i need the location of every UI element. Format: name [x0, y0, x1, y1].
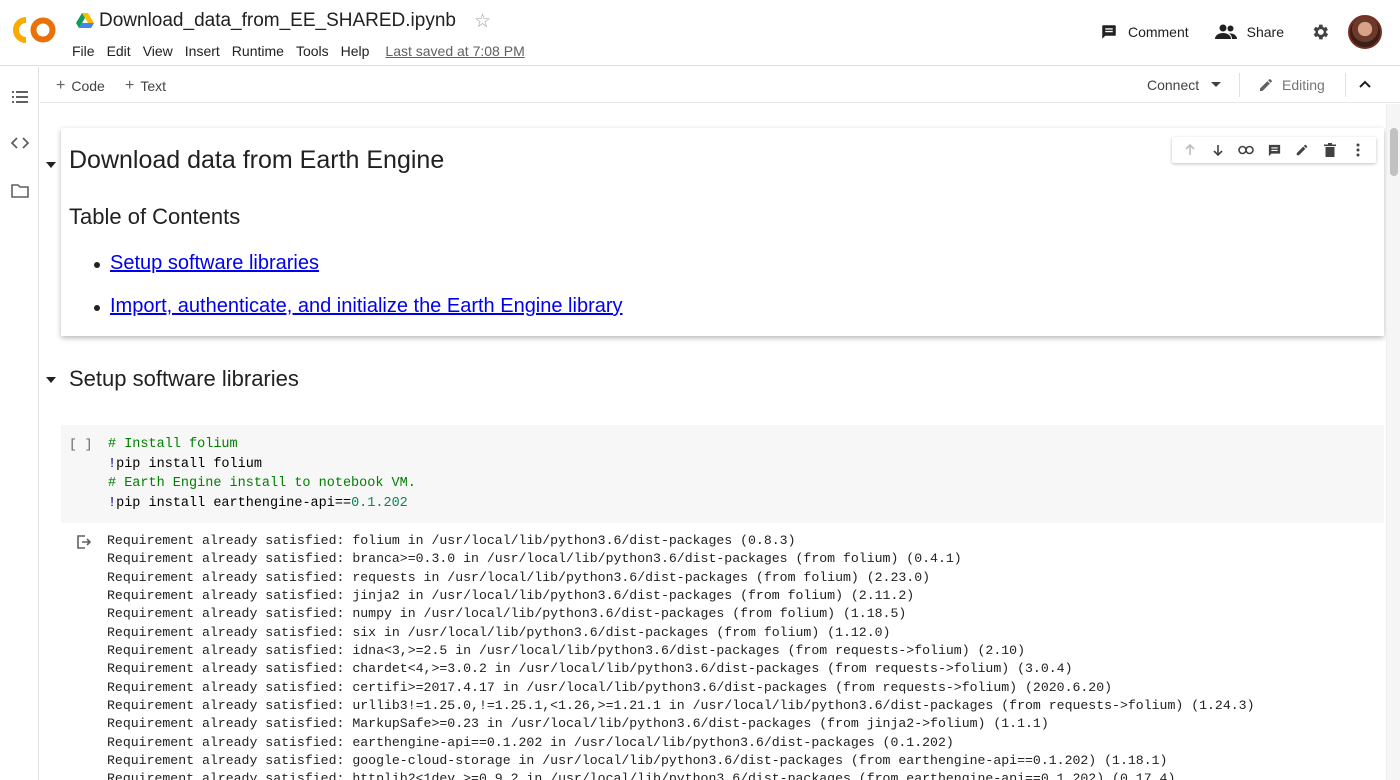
text-cell[interactable]: Download data from Earth Engine Table of… [46, 128, 1384, 336]
output-line: Requirement already satisfied: MarkupSaf… [107, 716, 1049, 732]
menu-view[interactable]: View [143, 43, 179, 59]
comment-icon[interactable] [1260, 139, 1288, 161]
output-line: Requirement already satisfied: urllib3!=… [107, 698, 1255, 714]
notebook-toolbar: + Code + Text Connect Editing [40, 67, 1400, 103]
output-line: Requirement already satisfied: earthengi… [107, 734, 954, 750]
toc-item: Import, authenticate, and initialize the… [94, 295, 623, 318]
people-icon [1214, 24, 1237, 39]
menu-edit[interactable]: Edit [107, 43, 137, 59]
output-line: Requirement already satisfied: six in /u… [107, 624, 891, 640]
divider [1345, 73, 1346, 97]
add-code-label: Code [71, 78, 105, 94]
editing-mode-button[interactable]: Editing [1258, 77, 1325, 93]
toc-heading: Table of Contents [69, 204, 241, 229]
code-snippets-icon[interactable] [10, 133, 30, 153]
run-cell-button[interactable]: [ ] [69, 437, 92, 452]
output-line: Requirement already satisfied: requests … [107, 569, 931, 585]
menu-file[interactable]: File [72, 43, 101, 59]
move-up-icon[interactable] [1176, 139, 1204, 161]
output-line: Requirement already satisfied: numpy in … [107, 606, 907, 622]
output-line: Requirement already satisfied: folium in… [107, 533, 796, 548]
left-rail [0, 67, 39, 780]
chevron-down-icon[interactable] [1211, 82, 1222, 88]
add-text-button[interactable]: + Text [125, 77, 166, 95]
output-line: Requirement already satisfied: certifi>=… [107, 679, 1113, 695]
cell-heading: Download data from Earth Engine [69, 146, 445, 174]
share-button[interactable]: Share [1214, 24, 1284, 40]
toc-item: Setup software libraries [94, 252, 319, 275]
notebook-content: Download data from Earth Engine Table of… [40, 104, 1386, 780]
code-command: pip install earthengine-api== [116, 495, 352, 511]
scrollbar[interactable] [1386, 104, 1400, 780]
collapse-caret-icon[interactable] [46, 162, 56, 168]
pencil-icon [1260, 79, 1272, 91]
notebook-title[interactable]: Download_data_from_EE_SHARED.ipynb [99, 10, 456, 32]
colab-logo[interactable] [12, 14, 58, 46]
code-editor[interactable]: # Install folium !pip install folium # E… [108, 435, 416, 513]
comment-label: Comment [1127, 24, 1189, 40]
connect-button[interactable]: Connect [1147, 77, 1222, 93]
code-bang: ! [108, 456, 117, 472]
add-code-button[interactable]: + Code [56, 77, 105, 95]
share-label: Share [1246, 24, 1284, 40]
cell-toolbar [1172, 137, 1376, 163]
menu-bar: File Edit View Insert Runtime Tools Help… [72, 42, 525, 60]
section-heading: Setup software libraries [69, 366, 299, 391]
edit-icon[interactable] [1288, 139, 1316, 161]
star-icon[interactable]: ☆ [474, 12, 491, 31]
delete-icon[interactable] [1316, 139, 1344, 161]
more-vert-icon[interactable] [1344, 139, 1372, 161]
toc-link-setup[interactable]: Setup software libraries [110, 252, 319, 274]
output-line: Requirement already satisfied: google-cl… [107, 753, 1168, 769]
menu-insert[interactable]: Insert [185, 43, 226, 59]
divider [1239, 73, 1240, 97]
add-text-label: Text [140, 78, 167, 94]
output-line: Requirement already satisfied: httplib2<… [107, 771, 1176, 780]
collapse-caret-icon[interactable] [46, 377, 56, 383]
code-command: pip install folium [116, 456, 262, 472]
connect-label: Connect [1147, 77, 1200, 93]
menu-tools[interactable]: Tools [296, 43, 335, 59]
drive-icon[interactable] [76, 13, 94, 29]
link-icon[interactable] [1232, 139, 1260, 161]
last-saved-link[interactable]: Last saved at 7:08 PM [385, 43, 524, 59]
comment-button[interactable]: Comment [1100, 23, 1189, 41]
output-line: Requirement already satisfied: jinja2 in… [107, 588, 915, 604]
code-cell[interactable]: [ ] # Install folium !pip install folium… [61, 425, 1384, 523]
menu-help[interactable]: Help [341, 43, 376, 59]
move-down-icon[interactable] [1204, 139, 1232, 161]
code-comment: # Install folium [108, 437, 238, 452]
app-header: Download_data_from_EE_SHARED.ipynb ☆ Fil… [0, 0, 1400, 66]
toc-icon[interactable] [10, 87, 30, 107]
plus-icon: + [125, 77, 135, 94]
comment-icon [1102, 25, 1116, 39]
output-line: Requirement already satisfied: idna<3,>=… [107, 643, 1025, 659]
cell-output: Requirement already satisfied: folium in… [107, 532, 1255, 780]
clear-output-icon[interactable] [75, 534, 91, 550]
output-line: Requirement already satisfied: branca>=0… [107, 551, 962, 567]
avatar[interactable] [1348, 15, 1382, 49]
code-comment: # Earth Engine install to notebook VM. [108, 476, 416, 491]
scrollbar-thumb[interactable] [1390, 128, 1398, 176]
chevron-up-icon[interactable] [1358, 77, 1372, 91]
gear-icon[interactable] [1310, 22, 1330, 42]
code-version: 0.1.202 [351, 495, 408, 511]
folder-icon[interactable] [10, 181, 30, 201]
plus-icon: + [56, 77, 66, 94]
code-bang: ! [108, 495, 117, 511]
toc-link-import[interactable]: Import, authenticate, and initialize the… [110, 295, 623, 317]
editing-label: Editing [1282, 77, 1325, 93]
menu-runtime[interactable]: Runtime [232, 43, 290, 59]
output-line: Requirement already satisfied: chardet<4… [107, 661, 1073, 677]
